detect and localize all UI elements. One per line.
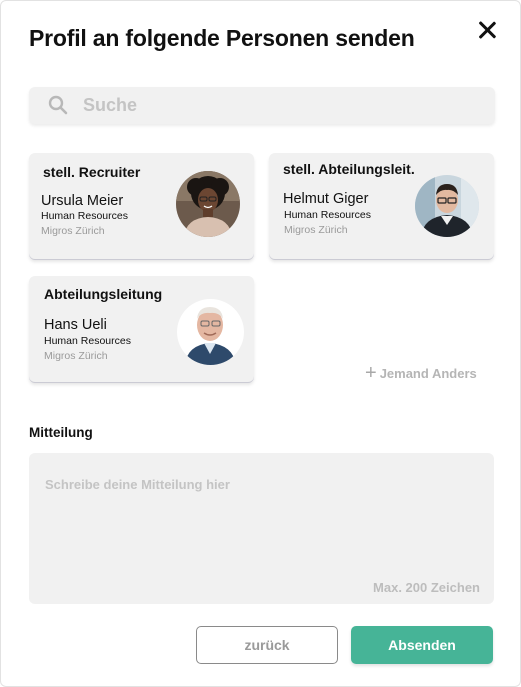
avatar: [415, 175, 479, 237]
message-field: Max. 200 Zeichen: [29, 453, 494, 604]
plus-icon: +: [365, 362, 377, 384]
recipient-department: Human Resources: [284, 209, 371, 221]
send-profile-dialog: Profil an folgende Personen senden stell…: [0, 0, 521, 687]
message-input[interactable]: [45, 477, 475, 577]
recipient-department: Human Resources: [41, 210, 128, 222]
message-label: Mitteilung: [29, 425, 93, 440]
recipient-card-helmut-giger[interactable]: stell. Abteilungsleit. Helmut Giger Huma…: [269, 153, 494, 259]
recipient-organization: Migros Zürich: [41, 225, 105, 237]
recipient-card-ursula-meier[interactable]: stell. Recruiter Ursula Meier Human Reso…: [29, 153, 254, 259]
close-icon[interactable]: [475, 18, 499, 42]
add-other-label: Jemand Anders: [379, 365, 477, 381]
recipient-role: stell. Abteilungsleit.: [283, 161, 415, 177]
search-input[interactable]: [83, 92, 473, 119]
recipient-organization: Migros Zürich: [284, 224, 348, 236]
recipient-card-hans-ueli[interactable]: Abteilungsleitung Hans Ueli Human Resour…: [29, 276, 254, 382]
recipient-role: stell. Recruiter: [43, 164, 141, 180]
dialog-title: Profil an folgende Personen senden: [29, 25, 415, 51]
recipient-name: Ursula Meier: [41, 193, 124, 209]
search-bar: [29, 87, 495, 124]
avatar: [176, 171, 240, 237]
recipient-department: Human Resources: [44, 335, 131, 347]
search-icon: [48, 95, 68, 115]
recipient-name: Helmut Giger: [283, 191, 369, 207]
recipient-organization: Migros Zürich: [44, 350, 108, 362]
avatar: [177, 299, 244, 365]
add-other-person-button[interactable]: + Jemand Anders: [365, 362, 477, 384]
recipient-role: Abteilungsleitung: [44, 286, 163, 302]
message-character-limit: Max. 200 Zeichen: [373, 580, 480, 595]
recipient-name: Hans Ueli: [44, 317, 107, 333]
back-button[interactable]: zurück: [196, 626, 338, 664]
send-button[interactable]: Absenden: [351, 626, 493, 664]
